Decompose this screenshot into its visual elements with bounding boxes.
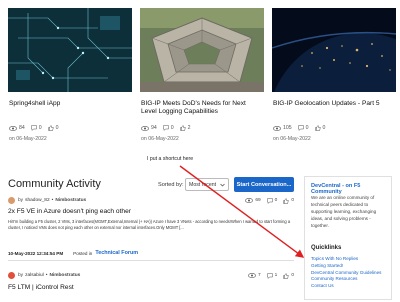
thumbs-up-icon[interactable] <box>283 197 289 204</box>
thumbs-up-icon[interactable] <box>283 272 289 279</box>
view-count: 105 <box>283 125 292 131</box>
article-stats: 84 0 0 <box>9 125 65 131</box>
view-count: 7 <box>257 273 261 278</box>
start-conversation-button[interactable]: Start Conversation... <box>234 177 294 192</box>
divider <box>8 260 294 261</box>
post-stats: 7 1 0 <box>242 272 294 279</box>
post-footer: 10-May-2022 12:34:54 PM Posted in Techni… <box>8 250 138 256</box>
like-count: 0 <box>55 125 59 131</box>
thumbs-up-icon[interactable] <box>314 125 321 131</box>
post-title[interactable]: F5 LTM | iControl Rest <box>8 284 294 291</box>
view-count: 69 <box>255 198 261 203</box>
by-label: by <box>18 273 24 278</box>
eye-icon <box>9 125 17 131</box>
author-name[interactable]: zalsabiul <box>25 273 44 278</box>
author-name[interactable]: shadow_82 <box>25 198 50 203</box>
quicklink-contact[interactable]: Contact Us <box>311 283 381 290</box>
by-label: by <box>18 198 24 203</box>
section-title: Community Activity <box>8 178 101 190</box>
article-stats: 105 0 0 <box>273 125 331 131</box>
article-date: on 06-May-2022 <box>9 136 47 142</box>
view-count: 94 <box>151 125 157 131</box>
post-title[interactable]: 2x F5 VE in Azure doesn't ping each othe… <box>8 208 294 215</box>
activity-post[interactable]: by zalsabiul • Nimbostratus 7 1 0 F5 LTM… <box>8 271 294 291</box>
article-date: on 06-May-2022 <box>273 136 311 142</box>
like-count: 0 <box>291 273 294 278</box>
article-title[interactable]: Spring4shell iApp <box>9 100 131 108</box>
eye-icon <box>141 125 149 131</box>
quicklink-getting-started[interactable]: Getting Started! <box>311 263 381 270</box>
view-count: 84 <box>19 125 25 131</box>
post-meta: by shadow_82 • Nimbostratus 69 0 0 <box>8 196 294 205</box>
eye-icon <box>273 125 281 131</box>
quicklinks-heading: Quicklinks <box>311 245 342 251</box>
comment-icon <box>31 125 37 131</box>
comment-icon <box>163 125 169 131</box>
article-stats: 94 0 2 <box>141 125 197 131</box>
sidebar-description: We are an online community of technical … <box>311 195 377 228</box>
author-rank: Nimbostratus <box>49 273 81 278</box>
thumbs-up-icon[interactable] <box>47 125 54 131</box>
sidebar-panel: DevCentral - on F5 Community We are an o… <box>304 176 392 300</box>
post-datetime: 10-May-2022 12:34:54 PM <box>8 250 64 256</box>
quicklink-guidelines[interactable]: DevCentral Community Guidelines <box>311 270 381 277</box>
forum-link[interactable]: Technical Forum <box>95 250 138 256</box>
comment-icon <box>266 197 273 204</box>
article-thumbnail[interactable] <box>272 8 396 92</box>
like-count: 0 <box>291 198 294 203</box>
like-count: 2 <box>187 125 191 131</box>
comment-count: 0 <box>274 198 278 203</box>
like-count: 0 <box>322 125 326 131</box>
article-card[interactable]: BIG-IP Meets DoD's Needs for Next Level … <box>140 8 264 143</box>
article-thumbnail[interactable] <box>8 8 132 92</box>
comment-icon <box>297 125 304 131</box>
thumbs-up-icon[interactable] <box>179 125 186 131</box>
posted-in-label: Posted in <box>73 250 93 256</box>
comment-count: 0 <box>305 125 309 131</box>
separator: • <box>45 273 48 278</box>
sort-label: Sorted by: <box>158 182 184 188</box>
avatar[interactable] <box>8 272 15 279</box>
post-stats: 69 0 0 <box>239 197 294 204</box>
article-title[interactable]: BIG-IP Geolocation Updates - Part 5 <box>273 100 395 108</box>
article-card[interactable]: BIG-IP Geolocation Updates - Part 5 105 … <box>272 8 396 143</box>
article-title[interactable]: BIG-IP Meets DoD's Needs for Next Level … <box>141 100 263 117</box>
comment-icon <box>266 272 273 279</box>
sort-select[interactable]: Most recent <box>185 178 229 191</box>
comment-count: 0 <box>38 125 42 131</box>
activity-post[interactable]: by shadow_82 • Nimbostratus 69 0 0 2x F5… <box>8 196 294 231</box>
featured-articles: Spring4shell iApp 84 0 0 on 06-May-2022 <box>8 8 396 143</box>
article-date: on 06-May-2022 <box>141 136 179 142</box>
quicklinks-list: Topics With No Replies Getting Started! … <box>311 256 381 290</box>
author-rank: Nimbostratus <box>55 198 87 203</box>
eye-icon <box>245 198 254 203</box>
comment-count: 0 <box>170 125 174 131</box>
quicklink-resources[interactable]: Community Resources <box>311 276 381 283</box>
article-thumbnail[interactable] <box>140 8 264 92</box>
separator: • <box>51 198 54 203</box>
post-meta: by zalsabiul • Nimbostratus 7 1 0 <box>8 271 294 280</box>
post-excerpt: Hi!I'm building a F5 cluster, 2 VMs, 3 i… <box>8 219 291 231</box>
chevron-down-icon <box>220 183 225 186</box>
quicklink-topics-no-replies[interactable]: Topics With No Replies <box>311 256 381 263</box>
avatar[interactable] <box>8 197 15 204</box>
comment-count: 1 <box>274 273 278 278</box>
annotation-note: I put a shortcut here <box>147 156 194 162</box>
sort-value: Most recent <box>189 181 217 188</box>
eye-icon <box>248 273 256 278</box>
article-card[interactable]: Spring4shell iApp 84 0 0 on 06-May-2022 <box>8 8 132 143</box>
